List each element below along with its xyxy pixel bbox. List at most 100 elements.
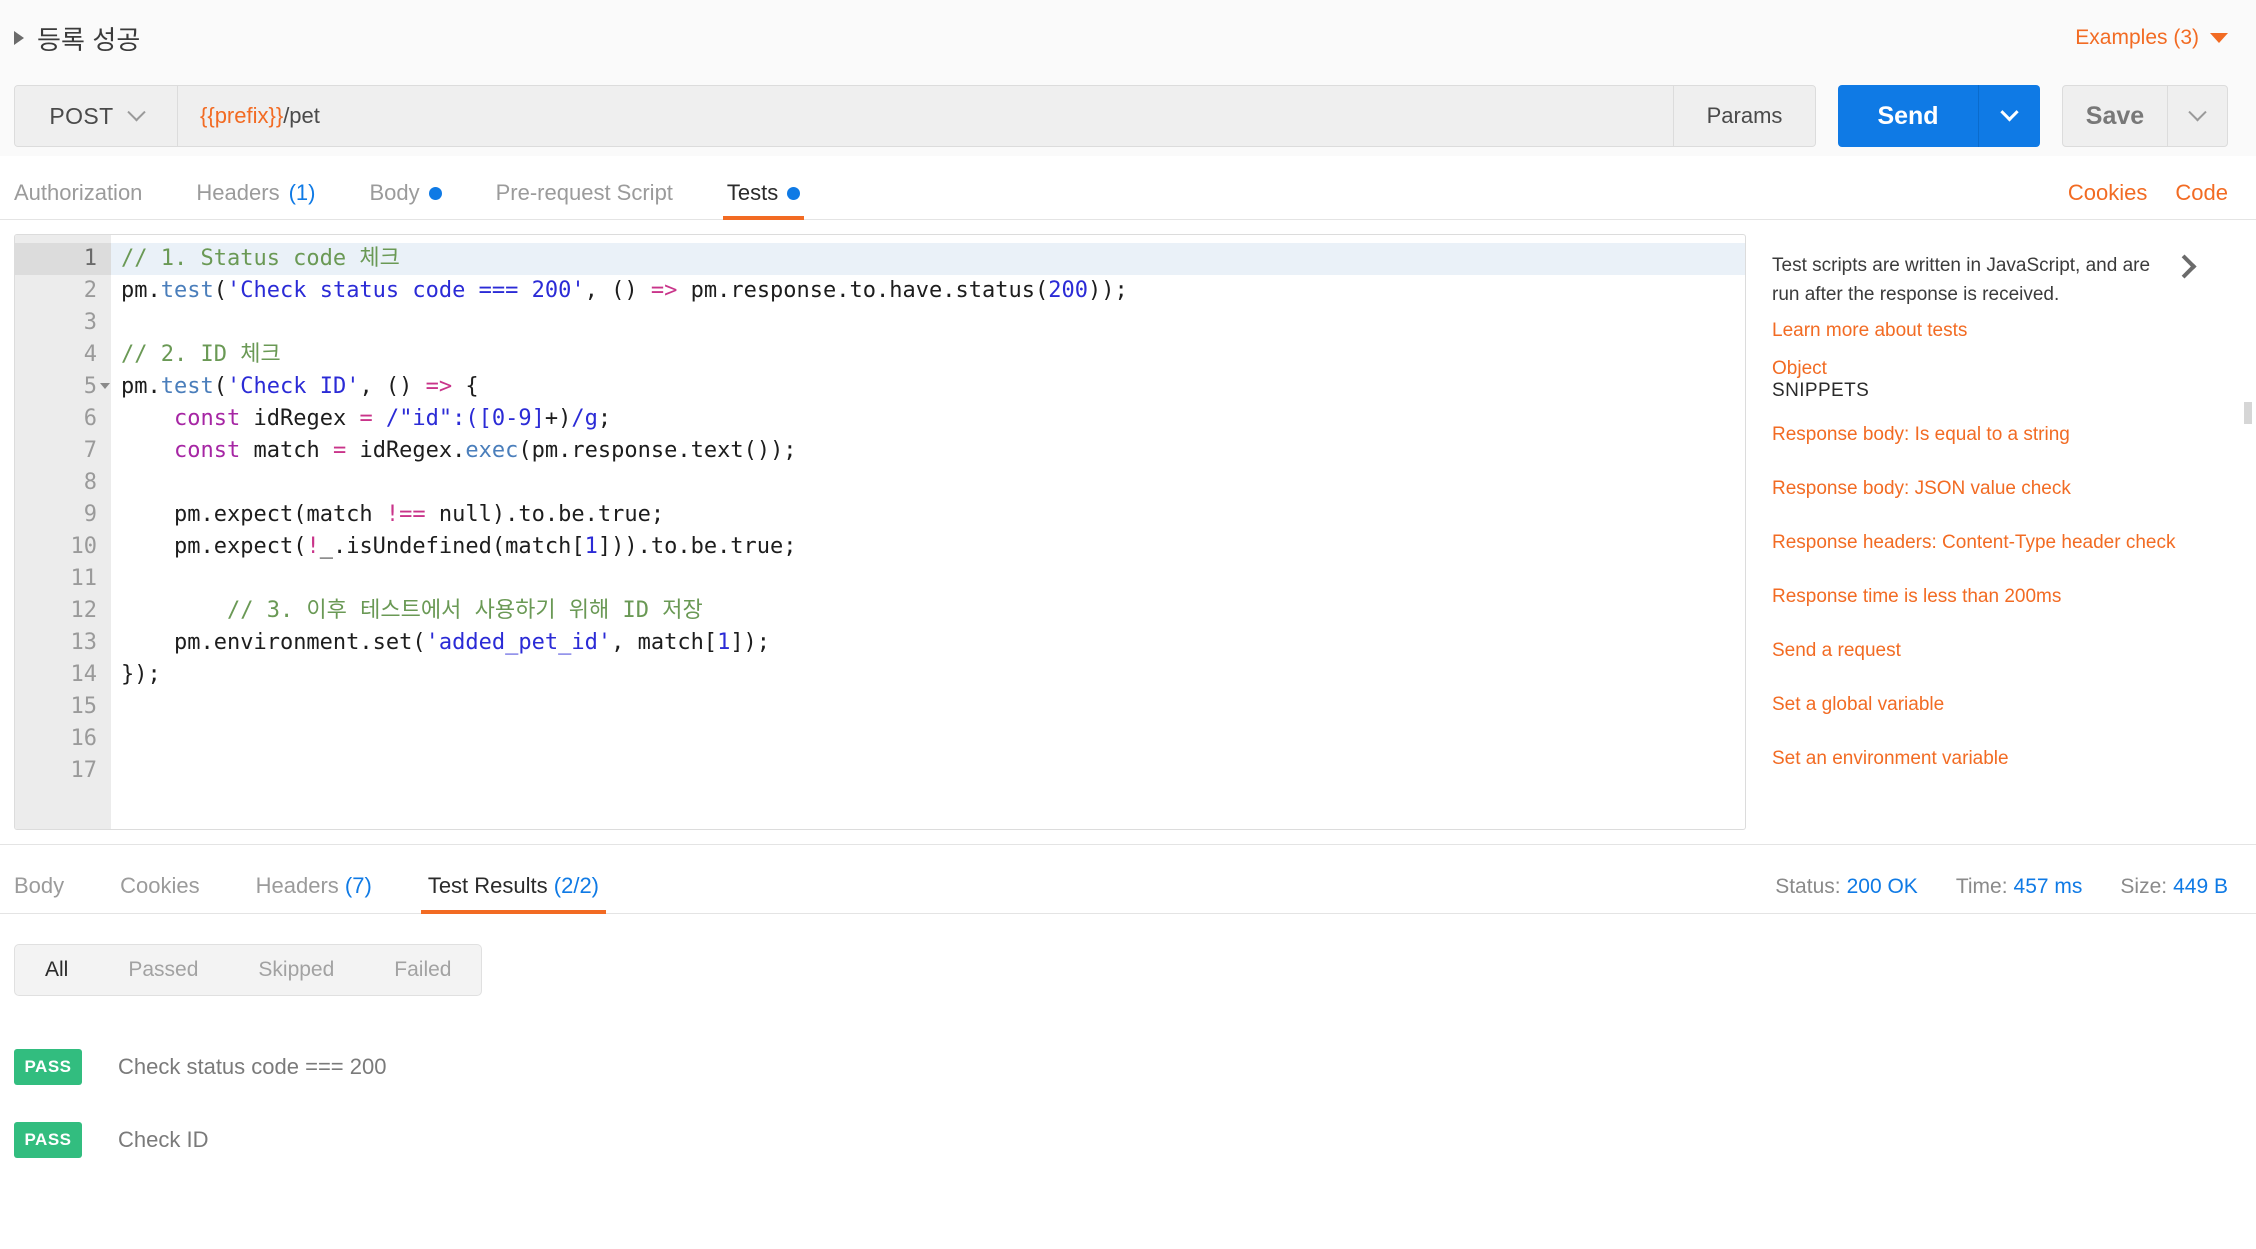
- gutter-line-number: 9: [83, 502, 97, 527]
- url-bar: POST {{prefix}}/pet Params Send Save: [0, 76, 2256, 156]
- code-line: pm.environment.set('added_pet_id', match…: [173, 630, 771, 655]
- code-line: pm.test('Check ID', () => {: [121, 374, 479, 399]
- snippet-item[interactable]: Response headers: Content-Type header ch…: [1772, 532, 2256, 554]
- gutter-line-number: 1: [15, 243, 111, 275]
- filter-skipped[interactable]: Skipped: [228, 945, 364, 995]
- test-results-filters-wrap: All Passed Skipped Failed: [0, 914, 2256, 996]
- save-button[interactable]: Save: [2063, 86, 2167, 146]
- gutter-line-number: 10: [70, 534, 98, 559]
- code-fold-icon[interactable]: [100, 383, 110, 389]
- gutter-line-number: 17: [70, 758, 98, 783]
- code-line: pm.test('Check status code === 200', () …: [121, 278, 1128, 303]
- time-meta: Time: 457 ms: [1956, 875, 2083, 899]
- response-meta: Status: 200 OK Time: 457 ms Size: 449 B: [1775, 875, 2228, 913]
- status-label: Status:: [1775, 875, 1841, 898]
- snippet-item[interactable]: Response body: Is equal to a string: [1772, 424, 2256, 446]
- snippet-item[interactable]: Set an environment variable: [1772, 748, 2256, 770]
- method-url-group: POST {{prefix}}/pet Params: [14, 85, 1816, 147]
- examples-dropdown[interactable]: Examples (3): [2075, 26, 2228, 50]
- snippet-item[interactable]: Response time is less than 200ms: [1772, 586, 2256, 608]
- snippets-list: Response body: Is equal to a string Resp…: [1772, 423, 2256, 770]
- gutter-line-number: 2: [83, 278, 97, 303]
- code-line: // 1. Status code 체크: [111, 243, 1745, 275]
- snippets-panel: Test scripts are written in JavaScript, …: [1746, 234, 2256, 830]
- response-tab-cookies[interactable]: Cookies: [120, 873, 199, 913]
- response-tab-bar: Body Cookies Headers (7) Test Results (2…: [0, 844, 2256, 914]
- response-tab-headers[interactable]: Headers (7): [256, 873, 372, 913]
- snippet-item-partial[interactable]: Object: [1772, 358, 1827, 380]
- gutter-line-number: 15: [70, 694, 98, 719]
- url-variable-token: {{prefix}}: [200, 103, 284, 128]
- tab-authorization[interactable]: Authorization: [14, 180, 142, 219]
- triangle-right-icon[interactable]: [14, 31, 24, 45]
- snippet-item[interactable]: Response body: JSON value check: [1772, 478, 2256, 500]
- gutter-line-number: 4: [83, 342, 97, 367]
- intro-line-1: Test scripts are written in JavaScript, …: [1772, 255, 2151, 276]
- code-editor[interactable]: 1 2 3 4 5 6 7 8 9 10 11 12 13 14 15 16 1…: [14, 234, 1746, 830]
- intro-line-2: run after the response is received.: [1772, 283, 2060, 305]
- send-button-group: Send: [1838, 85, 2040, 147]
- tab-tests[interactable]: Tests: [722, 180, 805, 220]
- status-badge: PASS: [14, 1121, 82, 1158]
- params-button[interactable]: Params: [1673, 86, 1815, 146]
- gutter-line-number: 5: [15, 371, 111, 403]
- filter-passed[interactable]: Passed: [98, 945, 228, 995]
- response-tab-test-results[interactable]: Test Results (2/2): [420, 873, 607, 914]
- status-badge: PASS: [14, 1048, 82, 1085]
- status-meta: Status: 200 OK: [1775, 875, 1918, 899]
- editor-code-content[interactable]: // 1. Status code 체크 pm.test('Check stat…: [111, 235, 1745, 829]
- send-button[interactable]: Send: [1838, 85, 1978, 147]
- tab-label: Authorization: [14, 180, 143, 205]
- status-value: 200 OK: [1846, 875, 1918, 898]
- chevron-down-icon: [2000, 102, 2019, 121]
- tab-label: Tests: [726, 180, 779, 205]
- gutter-line-number: 13: [70, 630, 98, 655]
- save-button-group: Save: [2062, 85, 2228, 147]
- tab-body[interactable]: Body: [369, 180, 442, 219]
- tab-label: Cookies: [120, 873, 200, 898]
- filter-all[interactable]: All: [15, 945, 98, 995]
- test-results-filters: All Passed Skipped Failed: [14, 944, 483, 996]
- tab-label: Pre-request Script: [495, 180, 673, 205]
- gutter-line-number: 16: [70, 726, 98, 751]
- tab-pre-request-script[interactable]: Pre-request Script: [496, 180, 673, 219]
- gutter-line-number: 8: [83, 470, 97, 495]
- http-method-select[interactable]: POST: [15, 86, 178, 146]
- response-tab-body[interactable]: Body: [14, 873, 64, 913]
- save-options-button[interactable]: [2167, 86, 2227, 146]
- page-title: 등록 성공: [37, 24, 141, 55]
- cookies-link[interactable]: Cookies: [2068, 180, 2147, 206]
- gutter-line-number: 12: [70, 598, 98, 623]
- tab-label: Headers: [196, 180, 280, 205]
- tab-headers[interactable]: Headers (1): [196, 180, 315, 219]
- code-line: // 2. ID 체크: [121, 342, 281, 367]
- tests-editor-area: 1 2 3 4 5 6 7 8 9 10 11 12 13 14 15 16 1…: [0, 220, 2256, 830]
- chevron-down-icon: [2188, 102, 2207, 121]
- url-input[interactable]: {{prefix}}/pet: [178, 86, 1673, 146]
- filter-failed[interactable]: Failed: [364, 945, 481, 995]
- tab-bar-links: Cookies Code: [2068, 180, 2228, 219]
- modified-dot-icon: [428, 186, 442, 200]
- snippet-item[interactable]: Set a global variable: [1772, 694, 2256, 716]
- time-label: Time:: [1955, 875, 2008, 898]
- gutter-line-number: 7: [83, 438, 97, 463]
- chevron-right-icon[interactable]: [2172, 254, 2197, 279]
- snippets-section-title: SNIPPETS: [1772, 379, 2256, 402]
- code-link[interactable]: Code: [2175, 180, 2228, 206]
- tab-label: Headers: [255, 873, 339, 898]
- table-row: PASS Check status code === 200: [14, 1030, 2256, 1103]
- snippets-intro: Test scripts are written in JavaScript, …: [1772, 252, 2256, 346]
- learn-more-link[interactable]: Learn more about tests: [1772, 317, 2150, 346]
- gutter-line-number: 3: [83, 310, 97, 335]
- url-path-text: /pet: [283, 103, 320, 128]
- size-value: 449 B: [2173, 875, 2228, 898]
- send-options-button[interactable]: [1978, 85, 2040, 147]
- request-tab-bar: Authorization Headers (1) Body Pre-reque…: [0, 156, 2256, 220]
- snippet-item[interactable]: Send a request: [1772, 640, 2256, 662]
- time-value: 457 ms: [2013, 875, 2083, 898]
